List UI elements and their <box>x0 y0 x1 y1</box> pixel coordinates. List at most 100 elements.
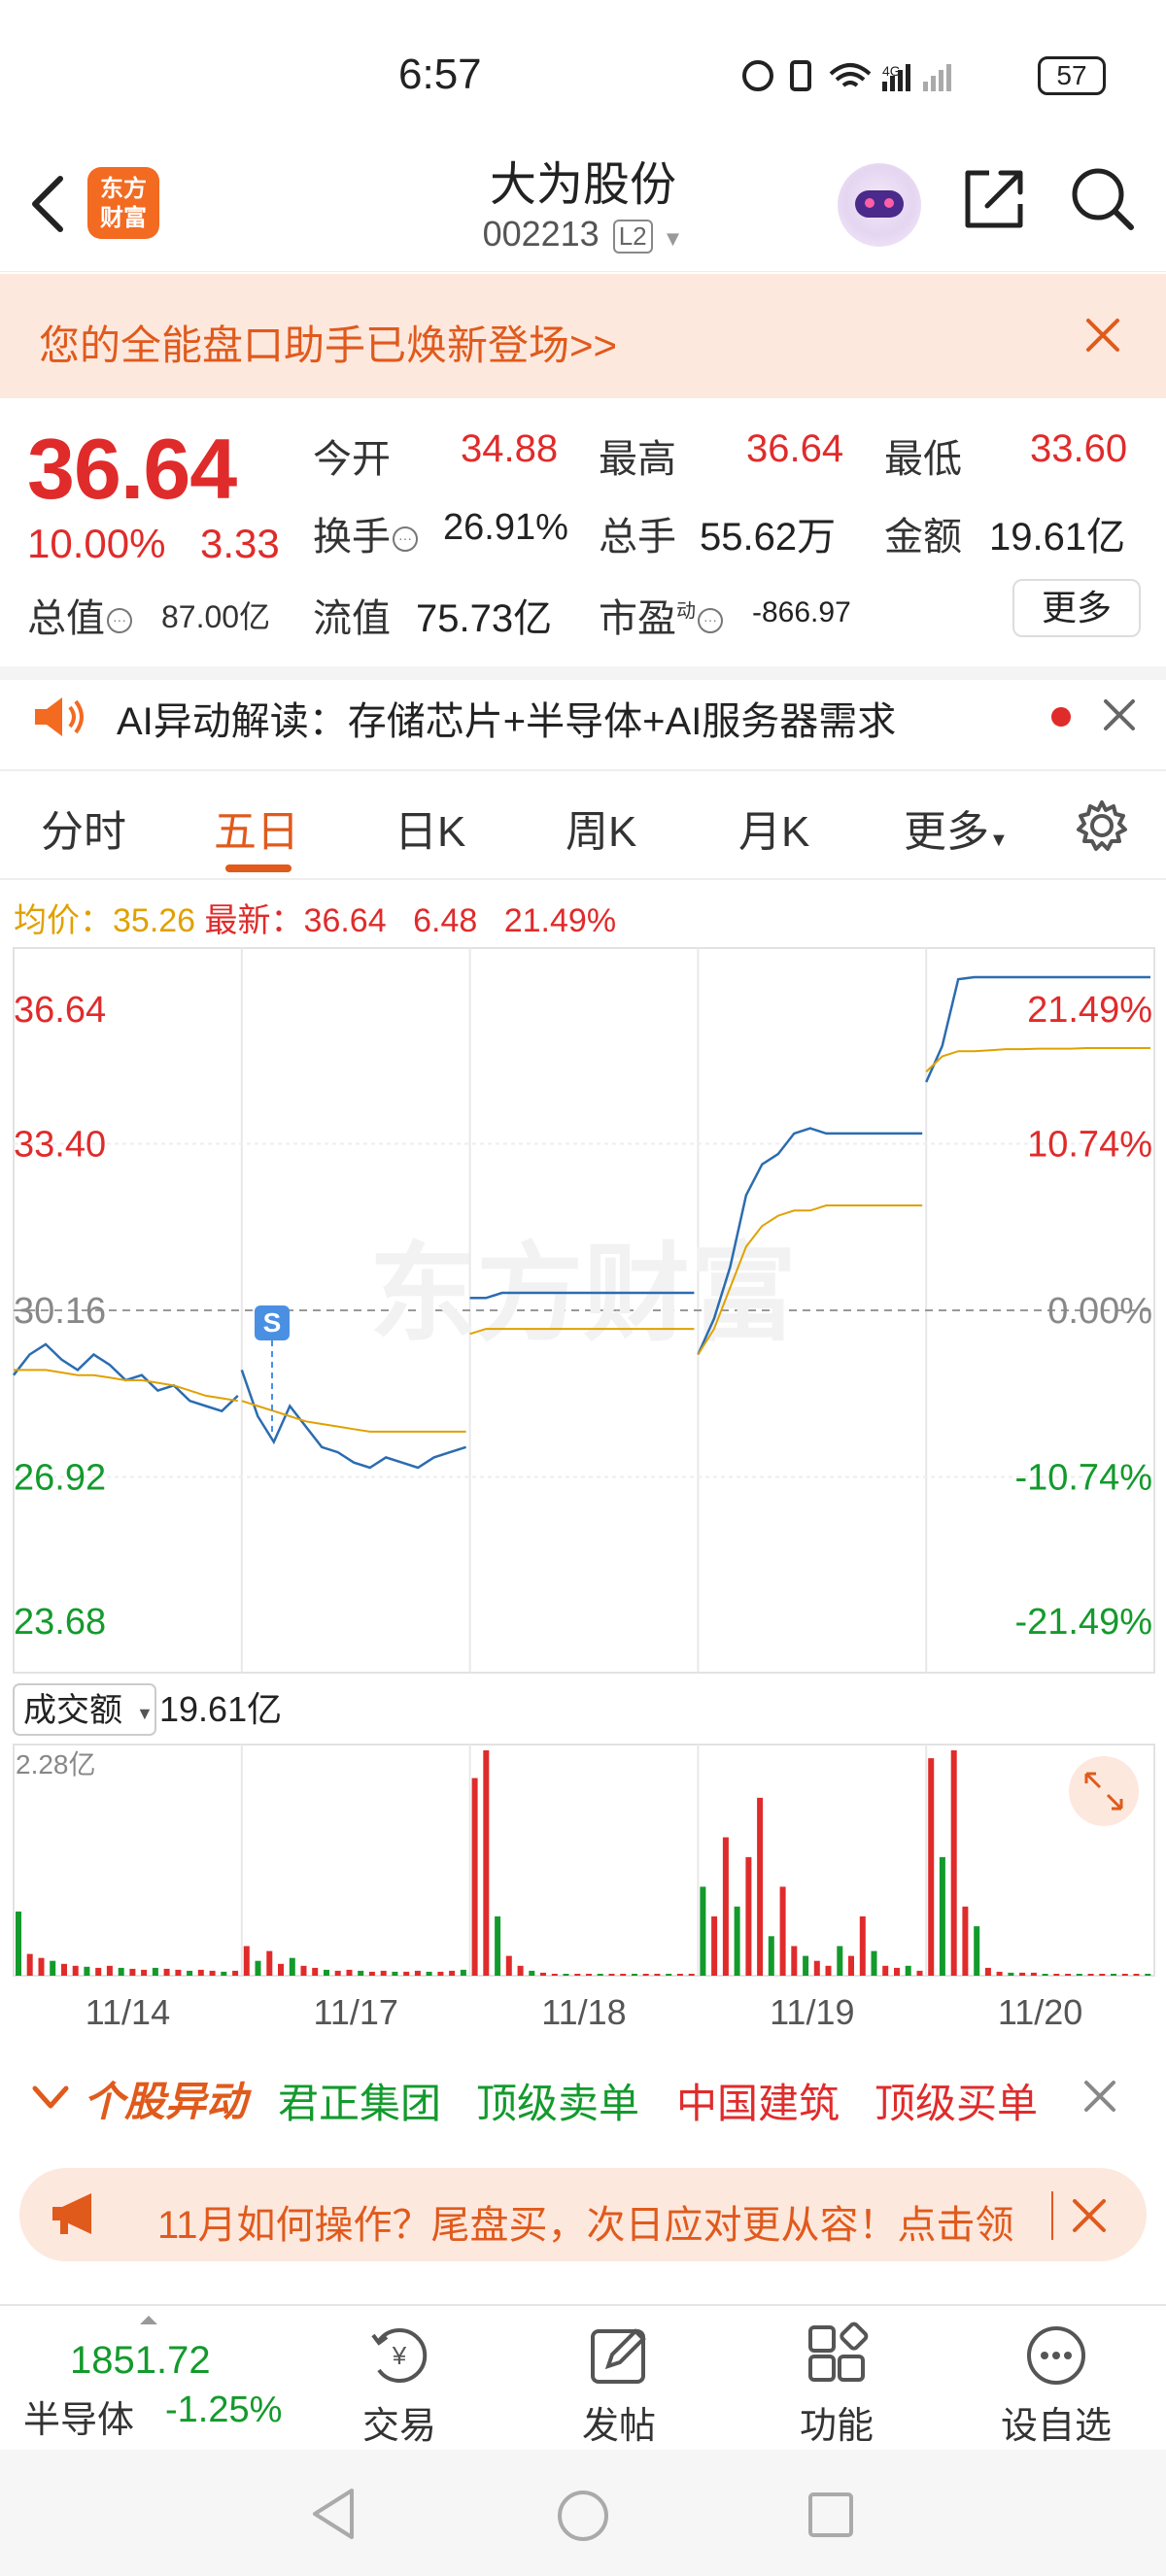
alert-item[interactable]: 顶级买单 <box>874 2071 1038 2130</box>
assistant-avatar[interactable] <box>838 163 921 247</box>
volume-total: 19.61亿 <box>159 1689 282 1729</box>
volume-bar <box>563 1974 569 1976</box>
volume-bar <box>517 1965 524 1976</box>
volume-bar <box>232 1970 239 1976</box>
tab-5day[interactable]: 五日 <box>214 797 299 859</box>
volume-bar <box>1076 1974 1082 1976</box>
volume-bar <box>1133 1974 1140 1976</box>
status-time: 6:57 <box>398 51 482 98</box>
expand-icon[interactable] <box>1069 1756 1139 1826</box>
alert-item[interactable]: 君正集团 <box>278 2071 441 2130</box>
amount-value: 19.61亿 <box>989 516 1126 559</box>
post-label[interactable]: 发帖 <box>556 2395 682 2449</box>
unread-dot <box>1051 707 1071 727</box>
volume-bar <box>61 1963 67 1976</box>
volume-bar <box>642 1974 649 1976</box>
add-watchlist-label[interactable]: 设自选 <box>993 2395 1119 2449</box>
alert-item[interactable]: 中国建筑 <box>676 2071 840 2130</box>
tab-monthly-k[interactable]: 月K <box>738 797 809 859</box>
close-icon[interactable] <box>1080 2077 1119 2116</box>
latest-change: 6.48 <box>413 902 478 939</box>
more-dots-icon <box>1027 2326 1085 2385</box>
float-label: 流值 <box>313 597 391 640</box>
nav-home-icon[interactable] <box>556 2489 610 2543</box>
volume-bar <box>813 1960 820 1976</box>
volume-value: 55.62万 <box>700 516 837 559</box>
volume-bar <box>403 1971 410 1976</box>
avg-price-line <box>241 1400 466 1433</box>
info-icon: ··· <box>107 608 132 634</box>
volume-bar <box>1065 1974 1072 1976</box>
ai-insight-text[interactable]: AI异动解读：存储芯片+半导体+AI服务器需求 <box>117 690 896 746</box>
price-line <box>13 1342 239 1413</box>
volume-bar <box>324 1969 329 1976</box>
tab-weekly-k[interactable]: 周K <box>566 797 636 859</box>
sector-index-pct[interactable]: -1.25% <box>165 2390 282 2431</box>
y-tick-left: 23.68 <box>14 1602 106 1643</box>
volume-bar <box>163 1968 170 1976</box>
open-value: 34.88 <box>461 427 559 470</box>
sector-index-name[interactable]: 半导体 <box>23 2390 134 2443</box>
volume-bar <box>620 1974 627 1976</box>
volume-bar <box>1087 1974 1094 1976</box>
trade-label[interactable]: 交易 <box>336 2395 463 2449</box>
close-icon[interactable] <box>1069 2195 1110 2236</box>
turnover-label: 换手 ··· <box>313 505 418 561</box>
nav-recents-icon[interactable] <box>806 2491 855 2539</box>
volume-bar <box>996 1971 1003 1976</box>
chevron-down-icon: ▼ <box>662 226 684 251</box>
volume-bar <box>197 1969 204 1976</box>
more-button[interactable]: 更多 <box>1012 579 1141 637</box>
tab-intraday[interactable]: 分时 <box>41 797 126 859</box>
volume-bar <box>905 1965 911 1976</box>
volume-bar <box>414 1970 421 1976</box>
volume-bar <box>791 1946 798 1976</box>
alarm-icon <box>742 60 773 91</box>
y-tick-left: 36.64 <box>14 990 106 1031</box>
market-value: 87.00亿 <box>161 599 271 634</box>
promo-text[interactable]: 您的全能盘口助手已焕新登场>> <box>39 313 617 372</box>
wifi-icon <box>829 63 872 87</box>
nav-back-icon[interactable] <box>309 2487 358 2541</box>
chevron-down-icon[interactable] <box>31 2077 70 2116</box>
volume-bar <box>1111 1974 1116 1976</box>
volume-bar <box>255 1960 261 1976</box>
volume-bar <box>734 1906 740 1976</box>
function-label[interactable]: 功能 <box>773 2395 900 2449</box>
volume-bar <box>586 1974 592 1976</box>
alert-item[interactable]: 顶级卖单 <box>476 2071 639 2130</box>
volume-bar <box>688 1974 695 1976</box>
five-day-price-chart[interactable]: 东方财富 36.6433.4030.1626.9223.68 21.49%10.… <box>0 942 1166 1680</box>
volume-bar <box>95 1967 102 1976</box>
search-button[interactable] <box>1069 165 1137 233</box>
operation-text[interactable]: 11月如何操作？尾盘买，次日应对更从容！点击领 <box>157 2193 1032 2250</box>
low-label: 最低 <box>884 438 962 481</box>
gear-icon[interactable] <box>1075 798 1129 853</box>
volume-bar <box>187 1970 193 1976</box>
volume-bar <box>334 1970 341 1976</box>
close-icon[interactable] <box>1100 695 1139 734</box>
close-icon[interactable] <box>1080 313 1125 357</box>
tab-more[interactable]: 更多▼ <box>904 797 1009 859</box>
info-icon: ··· <box>698 608 723 634</box>
latest-label: 最新： <box>204 902 304 939</box>
volume-bar <box>632 1974 637 1976</box>
volume-bar <box>974 1926 980 1976</box>
volume-bar <box>449 1970 456 1976</box>
volume-bar <box>1019 1972 1026 1976</box>
sector-index-value[interactable]: 1851.72 <box>70 2339 211 2383</box>
y-tick-right: -10.74% <box>1014 1458 1152 1499</box>
volume-bar <box>1053 1974 1060 1976</box>
volume-bar <box>300 1965 307 1976</box>
latest-value: 36.64 <box>303 902 387 939</box>
volume-bar <box>84 1966 90 1976</box>
volume-bar <box>312 1967 319 1976</box>
share-button[interactable] <box>960 165 1028 233</box>
volume-bar <box>803 1955 809 1976</box>
volume-bar <box>358 1970 364 1976</box>
volume-chart[interactable]: 成交额 ▼ 19.61亿 2.28亿 11/14 11/17 11/18 11/19 1… <box>0 1680 1166 2059</box>
volume-bar <box>26 1953 33 1976</box>
chevron-up-icon[interactable] <box>140 2316 157 2324</box>
tab-daily-k[interactable]: 日K <box>394 797 465 859</box>
volume-bar <box>745 1856 752 1976</box>
